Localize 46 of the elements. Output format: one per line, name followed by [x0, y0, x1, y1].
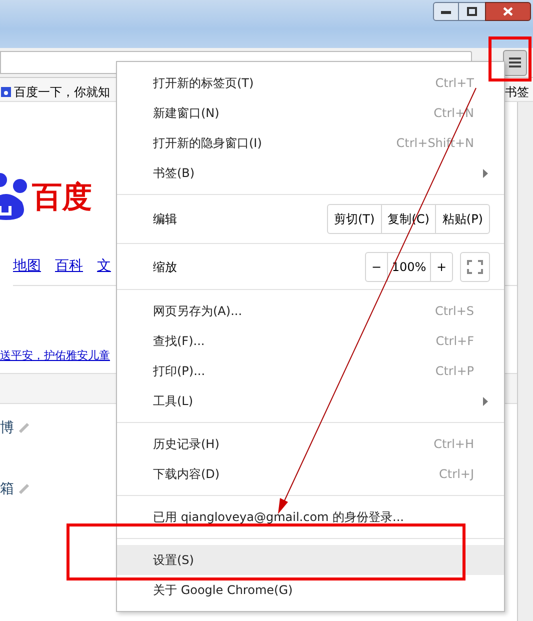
zoom-in-button[interactable]: +: [431, 252, 452, 280]
fullscreen-button[interactable]: [460, 252, 490, 282]
close-button[interactable]: [485, 2, 531, 21]
highlight-frame: [488, 36, 533, 82]
menu-item[interactable]: 书签(B): [117, 158, 504, 188]
nav-link[interactable]: 文: [97, 256, 111, 277]
nav-link[interactable]: 百科: [55, 256, 83, 277]
fullscreen-icon: [467, 260, 483, 274]
minimize-button[interactable]: [433, 2, 459, 21]
shortcut-label: Ctrl+P: [435, 363, 475, 380]
edit-button[interactable]: 剪切(T): [328, 205, 381, 233]
bookmarks-folder[interactable]: 书签: [505, 82, 533, 100]
edit-label: 编辑: [153, 211, 178, 228]
menu-item[interactable]: 工具(L): [117, 386, 504, 416]
link-icon: [18, 483, 30, 495]
list-item[interactable]: 箱: [0, 478, 14, 500]
shortcut-label: Ctrl+J: [439, 466, 475, 483]
list-item[interactable]: 博: [0, 418, 14, 438]
bookmark-item[interactable]: 百度一下，你就知: [0, 82, 110, 100]
baidu-logo-text: 百度: [32, 178, 92, 216]
minimize-icon: [441, 10, 451, 14]
menu-item[interactable]: 下载内容(D) Ctrl+J: [117, 459, 504, 489]
edit-button[interactable]: 粘贴(P): [435, 205, 489, 233]
zoom-out-button[interactable]: −: [366, 252, 387, 280]
menu-item[interactable]: 网页另存为(A)... Ctrl+S: [117, 296, 504, 326]
maximize-icon: [467, 7, 477, 16]
menu-item[interactable]: 历史记录(H) Ctrl+H: [117, 429, 504, 459]
close-icon: [503, 7, 513, 16]
news-link[interactable]: 送平安，护佑雅安儿童: [0, 349, 110, 362]
shortcut-label: Ctrl+S: [434, 303, 475, 320]
shortcut-label: Ctrl+T: [435, 75, 475, 92]
menu-item[interactable]: 关于 Google Chrome(G): [117, 575, 504, 605]
zoom-label: 缩放: [153, 258, 178, 276]
shortcut-label: Ctrl+H: [434, 436, 475, 453]
shortcut-label: Ctrl+F: [436, 333, 475, 350]
menu-button[interactable]: [503, 50, 527, 76]
menu-item[interactable]: 打开新的标签页(T) Ctrl+T: [117, 68, 504, 98]
menu-icon: [509, 57, 521, 68]
menu-item[interactable]: 设置(S): [117, 545, 504, 575]
nav-link[interactable]: 地图: [13, 256, 41, 277]
maximize-button[interactable]: [459, 2, 485, 21]
menu-item[interactable]: 已用 qiangloveya@gmail.com 的身份登录...: [117, 502, 504, 532]
zoom-value: 100%: [387, 252, 431, 280]
menu-item[interactable]: 查找(F)... Ctrl+F: [117, 326, 504, 356]
menu-item[interactable]: 打印(P)... Ctrl+P: [117, 356, 504, 386]
link-icon: [18, 422, 30, 434]
